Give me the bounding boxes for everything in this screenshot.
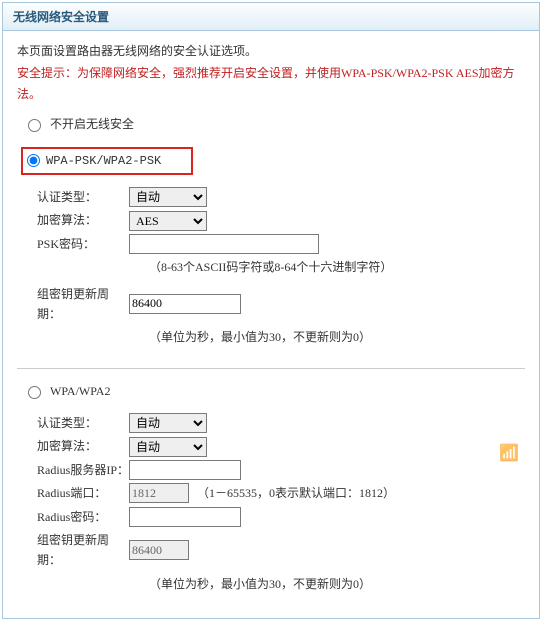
- intro-text: 本页面设置路由器无线网络的安全认证选项。: [17, 41, 525, 61]
- row-radius-pwd: Radius密码：: [17, 507, 525, 527]
- radio-none-label: 不开启无线安全: [50, 114, 134, 134]
- panel-title: 无线网络安全设置: [13, 10, 109, 24]
- panel-content: 本页面设置路由器无线网络的安全认证选项。 安全提示：为保障网络安全，强烈推荐开启…: [3, 31, 539, 618]
- gk-note: （单位为秒，最小值为30，不更新则为0）: [17, 327, 525, 347]
- wpa-auth-label: 认证类型：: [17, 413, 129, 433]
- row-radius-port: Radius端口： （1－65535，0表示默认端口：1812）: [17, 483, 525, 503]
- row-radius-ip: Radius服务器IP：: [17, 460, 525, 480]
- radius-pwd-label: Radius密码：: [17, 507, 129, 527]
- algo-select[interactable]: AES: [129, 211, 207, 231]
- psk-note: （8-63个ASCII码字符或8-64个十六进制字符）: [17, 257, 525, 277]
- option-wpa-row: WPA/WPA2: [23, 381, 525, 401]
- radio-none[interactable]: [28, 119, 41, 132]
- row-wpa-algo: 加密算法： 自动: [17, 436, 525, 456]
- gk-label: 组密钥更新周期：: [17, 284, 129, 325]
- row-gk: 组密钥更新周期：: [17, 284, 525, 325]
- row-psk: PSK密码：: [17, 234, 525, 254]
- option-none-row: 不开启无线安全: [23, 114, 525, 134]
- row-wpa-gk: 组密钥更新周期：: [17, 530, 525, 571]
- wpa-gk-note: （单位为秒，最小值为30，不更新则为0）: [17, 574, 525, 594]
- algo-label: 加密算法：: [17, 210, 129, 230]
- panel: 无线网络安全设置 本页面设置路由器无线网络的安全认证选项。 安全提示：为保障网络…: [2, 2, 540, 619]
- radio-wpa-psk[interactable]: [27, 154, 40, 167]
- highlight-box: WPA-PSK/WPA2-PSK: [21, 147, 193, 175]
- section-wpa: WPA/WPA2 认证类型： 自动 加密算法： 自动: [17, 381, 525, 595]
- separator: [17, 368, 525, 369]
- wpa-algo-select[interactable]: 自动: [129, 437, 207, 457]
- radio-wpa-psk-label: WPA-PSK/WPA2-PSK: [46, 151, 161, 171]
- psk-label: PSK密码：: [17, 234, 129, 254]
- radius-pwd-input[interactable]: [129, 507, 241, 527]
- row-algo: 加密算法： AES: [17, 210, 525, 230]
- wpa-algo-label: 加密算法：: [17, 436, 129, 456]
- gk-input[interactable]: [129, 294, 241, 314]
- wpa-gk-label: 组密钥更新周期：: [17, 530, 129, 571]
- row-auth-type: 认证类型： 自动: [17, 187, 525, 207]
- row-wpa-auth: 认证类型： 自动: [17, 413, 525, 433]
- warning-text: 安全提示：为保障网络安全，强烈推荐开启安全设置，并使用WPA-PSK/WPA2-…: [17, 63, 525, 104]
- radius-port-label: Radius端口：: [17, 483, 129, 503]
- auth-type-select[interactable]: 自动: [129, 187, 207, 207]
- psk-input[interactable]: [129, 234, 319, 254]
- radio-wpa-label: WPA/WPA2: [50, 381, 110, 401]
- radius-ip-input[interactable]: [129, 460, 241, 480]
- radius-port-input[interactable]: [129, 483, 189, 503]
- section-wpa-psk: WPA-PSK/WPA2-PSK 认证类型： 自动 加密算法： AES: [17, 147, 525, 348]
- panel-header: 无线网络安全设置: [3, 3, 539, 31]
- radius-ip-label: Radius服务器IP：: [17, 460, 129, 480]
- radio-wpa[interactable]: [28, 386, 41, 399]
- auth-type-label: 认证类型：: [17, 187, 129, 207]
- wpa-auth-select[interactable]: 自动: [129, 413, 207, 433]
- radius-port-note: （1－65535，0表示默认端口：1812）: [197, 483, 395, 503]
- wpa-gk-input[interactable]: [129, 540, 189, 560]
